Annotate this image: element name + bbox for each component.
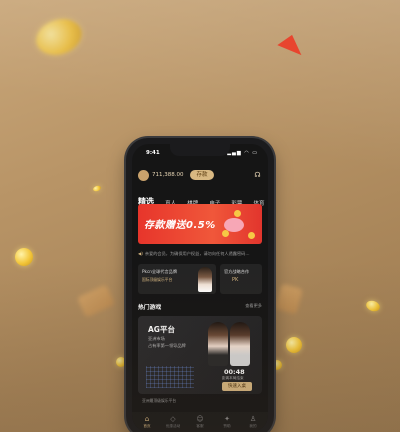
gold-coin-decoration <box>364 298 382 314</box>
status-icons: ▂▄▆ ◠ ▭ <box>227 150 258 156</box>
app-screen: 9:41 ▂▄▆ ◠ ▭ 711,388.00 存款 ☊ 精选 真人 棋牌 电子… <box>132 144 268 432</box>
nav-sponsor[interactable]: ✦ 赞助 <box>216 415 238 429</box>
notice-bar[interactable]: ◀) 亲爱的会员，为确保用户权益，请勿向任何人透露密码… <box>138 250 262 258</box>
user-icon: ♙ <box>249 415 257 423</box>
partner-card-title: 官方战略合作 <box>224 269 250 274</box>
deposit-button[interactable]: 存款 <box>190 170 214 180</box>
nav-support[interactable]: ☺ 客服 <box>189 415 211 429</box>
round-timer-label: 距离本局结束 <box>222 376 244 380</box>
section-title: 热门游戏 <box>138 305 162 311</box>
gold-coin-decoration <box>286 337 302 353</box>
category-tabs: 精选 真人 棋牌 电子 彩票 体育 <box>138 188 266 207</box>
partner-card[interactable]: 官方战略合作 PK <box>220 264 262 294</box>
dealer-image <box>208 322 228 366</box>
red-envelope-decoration <box>275 283 303 315</box>
footer-text: 亚洲最顶级娱乐平台 <box>142 398 177 403</box>
ag-platform-card[interactable]: AG平台 亚洲市场 占有率第一领导品牌 00:48 距离本局结束 快速入桌 <box>138 316 262 394</box>
nav-label: 客服 <box>196 424 204 428</box>
nav-label: 首页 <box>143 424 151 428</box>
headset-icon[interactable]: ☊ <box>253 171 262 180</box>
promo-stage: 9:41 ▂▄▆ ◠ ▭ 711,388.00 存款 ☊ 精选 真人 棋牌 电子… <box>0 0 400 432</box>
coin-icon <box>234 210 241 217</box>
chat-icon: ☺ <box>196 415 204 423</box>
account-bar: 711,388.00 存款 ☊ <box>138 170 262 182</box>
gold-coin-decoration <box>272 360 282 370</box>
roadmap-grid <box>146 366 194 388</box>
notice-text: 亲爱的会员，为确保用户权益，请勿向任何人透露密码… <box>144 251 250 256</box>
speaker-icon: ◀) <box>138 251 143 256</box>
promo-cards: Pkcn全球代言品牌 国际顶级娱乐平台 官方战略合作 PK <box>138 264 262 294</box>
star-icon: ✦ <box>224 415 230 423</box>
brand-card-subtitle: 国际顶级娱乐平台 <box>142 277 173 282</box>
brand-card[interactable]: Pkcn全球代言品牌 国际顶级娱乐平台 <box>138 264 216 294</box>
promo-banner[interactable]: 存款赠送0.5% <box>138 204 262 244</box>
partner-logo: PK <box>232 277 239 283</box>
phone-notch <box>170 144 230 156</box>
banner-text: 存款赠送0.5% <box>144 220 216 231</box>
red-envelope-decoration <box>76 284 116 318</box>
avatar[interactable] <box>138 170 149 181</box>
nav-home[interactable]: ⌂ 首页 <box>136 415 158 429</box>
nav-profile[interactable]: ♙ 我的 <box>242 415 264 429</box>
nav-promotions[interactable]: ◇ 优惠活动 <box>162 415 184 429</box>
dealer-image <box>230 322 250 366</box>
ambassador-image <box>198 267 212 292</box>
brand-card-title: Pkcn全球代言品牌 <box>142 269 178 274</box>
gold-coin-decoration <box>31 13 87 61</box>
game-subtitle-2: 占有率第一领导品牌 <box>148 343 186 348</box>
bottom-nav: ⌂ 首页 ◇ 优惠活动 ☺ 客服 ✦ 赞助 ♙ 我的 <box>132 412 268 432</box>
gold-coin-decoration <box>15 248 33 266</box>
phone-mockup: 9:41 ▂▄▆ ◠ ▭ 711,388.00 存款 ☊ 精选 真人 棋牌 电子… <box>126 138 274 432</box>
game-title: AG平台 <box>148 325 175 334</box>
home-icon: ⌂ <box>144 415 150 423</box>
status-time: 9:41 <box>146 150 160 156</box>
gold-coin-decoration <box>92 184 102 193</box>
nav-label: 优惠活动 <box>165 424 181 428</box>
round-timer: 00:48 <box>224 368 245 376</box>
account-balance: 711,388.00 <box>152 172 184 178</box>
gift-icon: ◇ <box>170 415 176 423</box>
nav-label: 我的 <box>249 424 257 428</box>
view-more-link[interactable]: 查看更多 <box>245 303 262 309</box>
red-triangle-decoration <box>277 34 305 64</box>
gold-coin-decoration <box>116 357 126 367</box>
quick-join-button[interactable]: 快速入桌 <box>222 382 252 391</box>
game-subtitle-1: 亚洲市场 <box>148 336 165 341</box>
coin-icon <box>248 232 255 239</box>
nav-label: 赞助 <box>223 424 231 428</box>
hot-games-header: 热门游戏 查看更多 <box>138 302 262 312</box>
coin-icon <box>222 230 229 237</box>
